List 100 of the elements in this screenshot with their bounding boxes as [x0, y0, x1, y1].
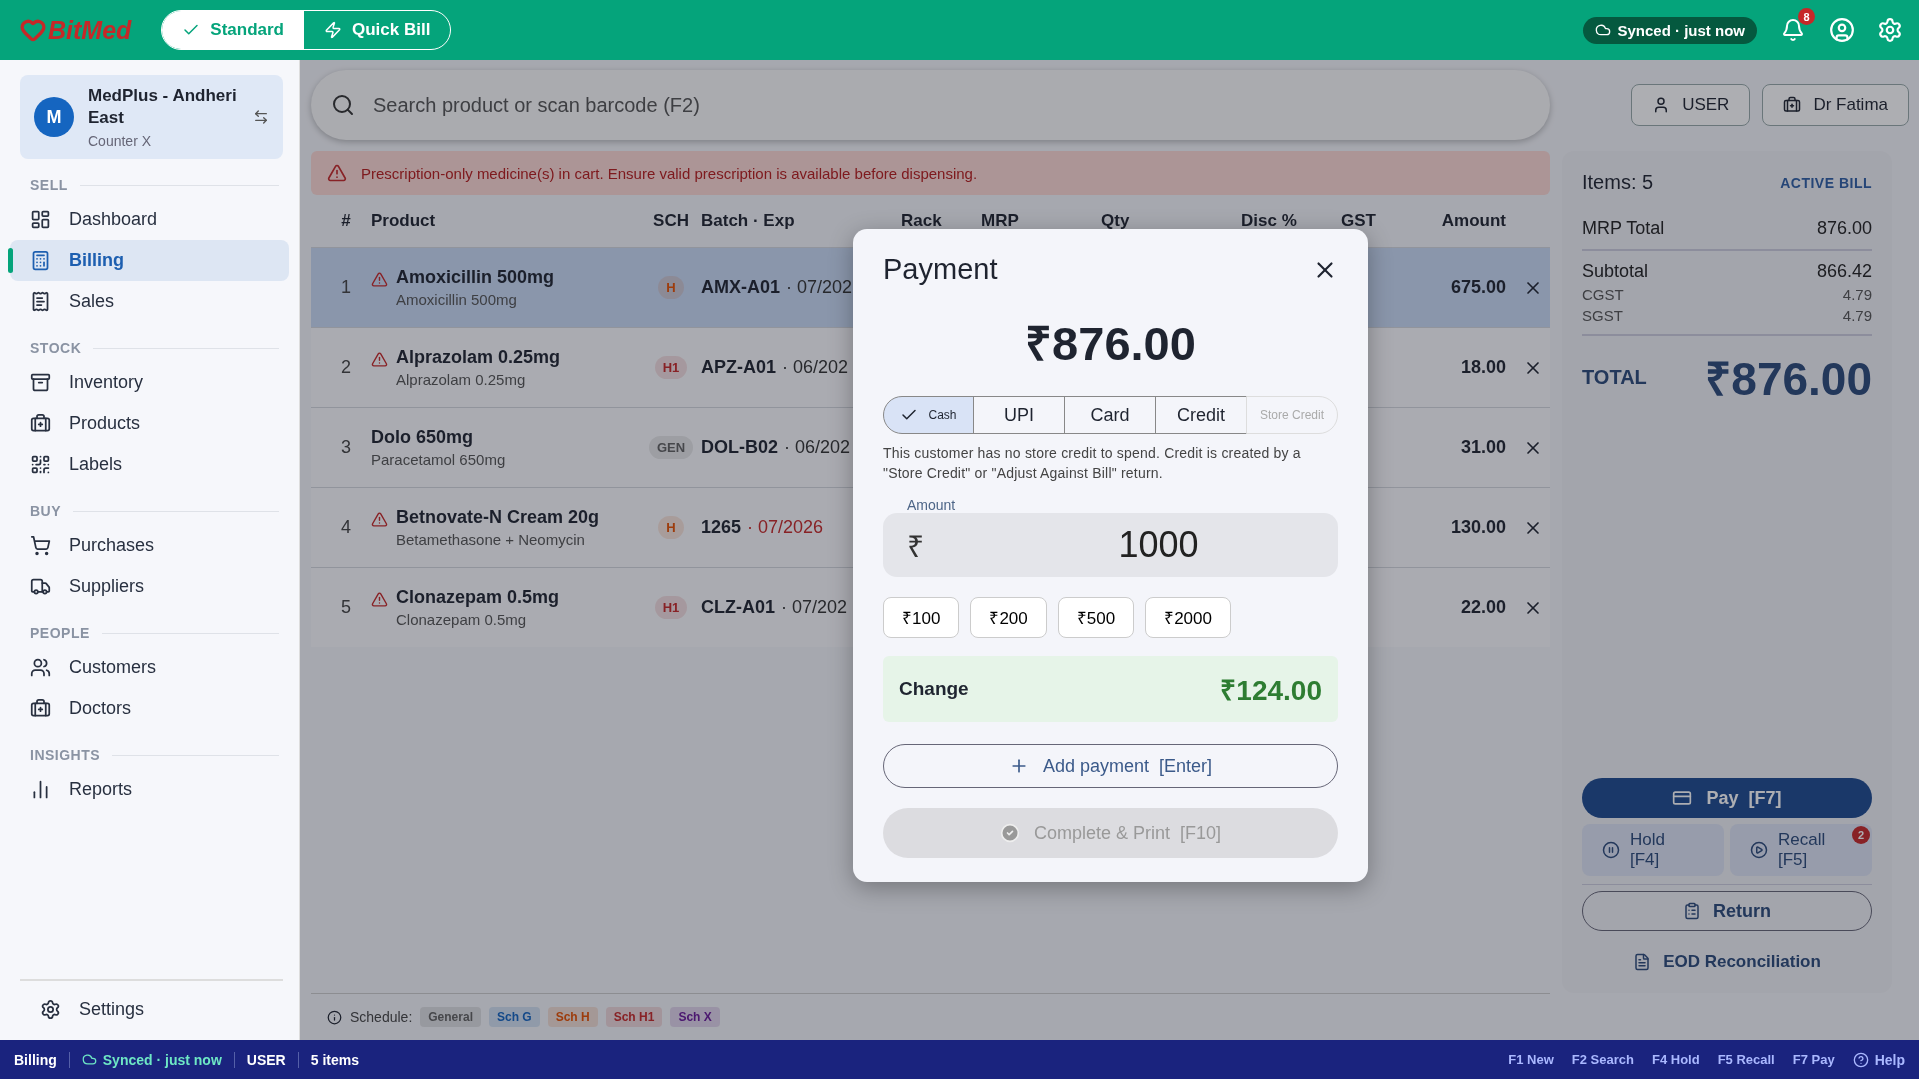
row-number: 3	[340, 437, 352, 458]
sidebar-item[interactable]: Billing	[10, 240, 289, 281]
cart-icon	[30, 535, 51, 556]
sidebar-item[interactable]: Suppliers	[10, 566, 289, 607]
account-icon[interactable]	[1829, 17, 1855, 43]
lightning-icon	[324, 21, 342, 39]
quick-amount-button[interactable]: ₹2000	[1145, 597, 1231, 639]
app-logo: BitMed	[48, 15, 132, 45]
payment-method[interactable]: Card	[1064, 396, 1156, 434]
recall-count: 2	[1852, 826, 1870, 844]
play-icon	[1750, 841, 1768, 859]
amount-field[interactable]: ₹ 1000	[883, 513, 1338, 578]
doctor-button[interactable]: Dr Fatima	[1762, 84, 1909, 126]
shortcut-hint: F4 Hold	[1651, 1052, 1700, 1067]
check-circle-icon	[999, 823, 1020, 844]
sidebar-item[interactable]: Reports	[10, 769, 289, 810]
sidebar-item[interactable]: Products	[10, 403, 289, 444]
help-icon	[1852, 1051, 1869, 1068]
total-label: TOTAL	[1582, 365, 1647, 389]
batch-number: AMX-A01	[701, 277, 780, 298]
section-title: BUY	[30, 503, 62, 519]
expiry-date: · 07/202	[786, 277, 853, 298]
user-button[interactable]: USER	[1631, 84, 1751, 126]
amount-cell-text: 18.00	[1459, 357, 1506, 378]
items-count: Items: 5	[1582, 171, 1654, 194]
product-name: Alprazolam 0.25mg	[396, 347, 561, 368]
settings-icon[interactable]	[1877, 17, 1903, 43]
payment-method[interactable]: Cash	[883, 396, 974, 434]
pay-button[interactable]: Pay [F7]	[1582, 778, 1872, 818]
status-item: Billing	[14, 1051, 58, 1068]
sidebar-item[interactable]: Doctors	[10, 688, 289, 729]
medical-box-icon	[30, 413, 51, 434]
amount-cell-text: 31.00	[1459, 437, 1506, 458]
alert-text: Prescription-only medicine(s) in cart. Ensure valid prescription is available before dispensing.	[361, 164, 978, 182]
expiry-date: · 06/202	[784, 437, 851, 458]
generic-name: Paracetamol 650mg	[371, 451, 506, 468]
sidebar-item[interactable]: Sales	[10, 281, 289, 322]
total-amount: ₹876.00	[1705, 352, 1872, 407]
sync-status: Synced · just now	[1583, 16, 1757, 44]
section-title: STOCK	[30, 340, 82, 356]
summary-value: 876.00	[1816, 218, 1872, 239]
hold-button[interactable]: Hold [F4]	[1582, 824, 1724, 876]
row-number: 2	[340, 357, 352, 378]
card-icon	[1672, 788, 1693, 808]
truck-icon	[30, 576, 51, 597]
store-name: MedPlus - Andheri East	[88, 84, 238, 129]
payment-amount: ₹876.00	[1024, 316, 1197, 372]
shortcut-hint: F1 New	[1508, 1052, 1554, 1067]
summary-label: SGST	[1582, 307, 1623, 324]
column-header: Disc %	[1241, 211, 1298, 231]
clipboard-icon	[1683, 902, 1701, 920]
row-number: 1	[340, 277, 352, 298]
sidebar-item[interactable]: Customers	[10, 647, 289, 688]
store-avatar: M	[34, 97, 74, 137]
store-card[interactable]: M MedPlus - Andheri East Counter X	[20, 75, 283, 159]
summary-value: 866.42	[1816, 261, 1872, 282]
active-indicator	[8, 248, 13, 273]
bill-tag: ACTIVE BILL	[1780, 174, 1872, 191]
sidebar-item[interactable]: Inventory	[10, 362, 289, 403]
generic-name: Clonazepam 0.5mg	[396, 611, 528, 628]
sidebar-item[interactable]: Labels	[10, 444, 289, 485]
shortcut-hint: F7 Pay	[1792, 1052, 1835, 1067]
medical-kit-icon	[1783, 96, 1802, 114]
section-title: PEOPLE	[30, 625, 90, 641]
settings-icon	[40, 999, 61, 1020]
amount-cell-text: 130.00	[1449, 517, 1506, 538]
summary-label: CGST	[1582, 286, 1624, 303]
payment-method[interactable]: Credit	[1155, 396, 1247, 434]
switch-icon[interactable]	[253, 109, 269, 125]
qr-code-icon	[30, 454, 51, 475]
generic-name: Amoxicillin 500mg	[396, 291, 518, 308]
search-input[interactable]: Search product or scan barcode (F2)	[371, 92, 1530, 118]
store-credit-note: This customer has no store credit to spend. Credit is created by a "Store Credit" or "Adjust Against Bill" return.	[883, 444, 1302, 483]
sidebar-item[interactable]: Dashboard	[10, 199, 289, 240]
sidebar-item[interactable]: Settings	[20, 989, 283, 1030]
shortcut-hint: F5 Recall	[1717, 1052, 1775, 1067]
generic-name: Alprazolam 0.25mg	[396, 371, 527, 388]
summary-value: 4.79	[1842, 307, 1872, 324]
search-field[interactable]: Search product or scan barcode (F2)	[311, 70, 1550, 140]
column-header: Batch · Exp	[701, 211, 796, 231]
expiry-date: · 07/202	[781, 597, 848, 618]
eod-reconciliation-button[interactable]: EOD Reconciliation	[1582, 945, 1872, 979]
search-icon	[331, 93, 355, 117]
column-header: Product	[371, 211, 437, 231]
dashboard-icon	[30, 209, 51, 230]
quick-amount-button[interactable]: ₹100	[883, 597, 960, 639]
sidebar-item[interactable]: Purchases	[10, 525, 289, 566]
column-header: Rack	[901, 211, 943, 231]
column-header: SCH	[652, 211, 690, 231]
recall-button[interactable]: Recall [F5] 2	[1730, 824, 1872, 876]
quick-amount-button[interactable]: ₹200	[970, 597, 1047, 639]
quick-amount-button[interactable]: ₹500	[1057, 597, 1135, 639]
column-header: Amount	[1440, 211, 1506, 231]
column-header: GST	[1341, 211, 1377, 231]
batch-number: CLZ-A01	[701, 597, 775, 618]
help-link[interactable]: Help	[1852, 1051, 1905, 1068]
notifications-icon[interactable]	[1781, 18, 1805, 42]
document-icon	[1633, 953, 1652, 971]
payment-method[interactable]: UPI	[973, 396, 1065, 434]
warning-icon	[327, 163, 347, 183]
